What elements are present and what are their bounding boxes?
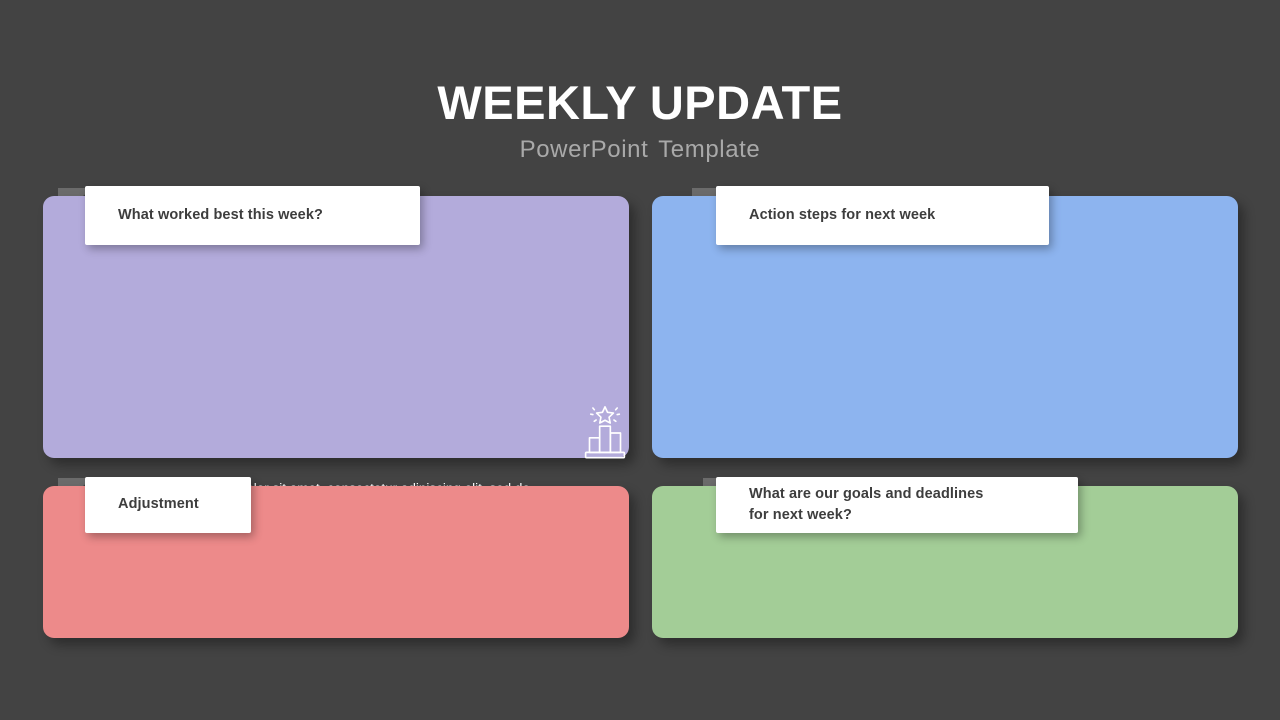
page-title: WEEKLY UPDATE: [437, 76, 843, 129]
podium-star-icon: [574, 402, 636, 464]
tab-label: What are our goals and deadlines for nex…: [749, 484, 983, 526]
title-area: WEEKLY UPDATE PowerPoint Template: [0, 78, 1280, 164]
page-subtitle: PowerPoint Template: [519, 136, 761, 164]
tab-label: What worked best this week?: [118, 206, 323, 223]
tab-adjustment[interactable]: Adjustment: [85, 477, 251, 533]
tab-action-steps[interactable]: Action steps for next week: [716, 186, 1049, 245]
slide-canvas: WEEKLY UPDATE PowerPoint Template Lorem …: [0, 0, 1280, 720]
tab-goals-deadlines[interactable]: What are our goals and deadlines for nex…: [716, 477, 1078, 533]
tab-label-line1: What are our goals and deadlines: [749, 485, 984, 502]
tab-label-line2: for next week?: [749, 507, 852, 523]
tab-label: Action steps for next week: [749, 206, 936, 223]
tab-label: Adjustment: [118, 496, 199, 513]
tab-what-worked-best[interactable]: What worked best this week?: [85, 186, 420, 245]
